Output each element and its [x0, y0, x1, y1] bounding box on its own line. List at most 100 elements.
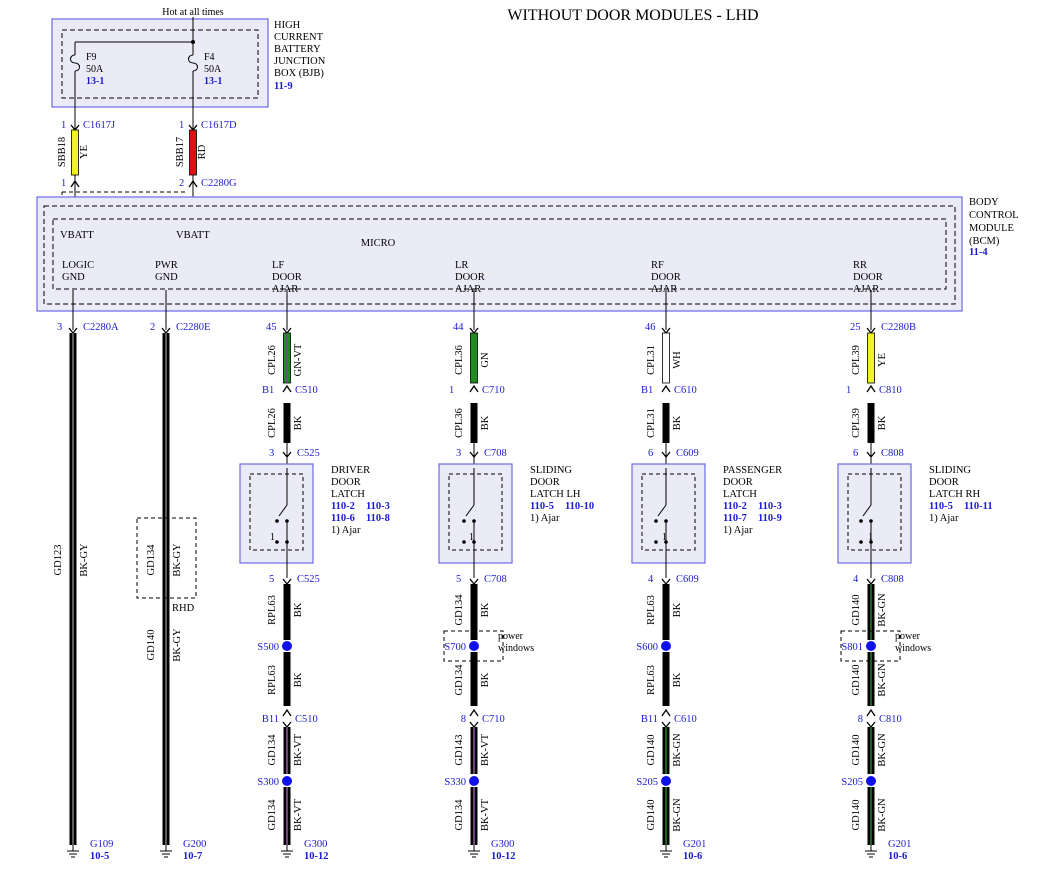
splice2-dot — [661, 776, 671, 786]
diagram-title: WITHOUT DOOR MODULES - LHD — [507, 7, 758, 24]
column-c1-pin: 1 — [449, 385, 454, 396]
splice2-dot — [866, 776, 876, 786]
column-c2-arrow-icon — [866, 721, 876, 729]
column-c2-pin: B11 — [262, 714, 279, 725]
feed-circuit: SBB17 — [175, 137, 186, 167]
splice2-id: S300 — [257, 777, 279, 788]
column-latch-pin-top: 6 — [853, 448, 858, 459]
column-wire-3-color: BK — [293, 602, 304, 617]
column-latch-pin-bottom: 5 — [269, 574, 274, 585]
column-latch-conn-bottom: C808 — [881, 574, 904, 585]
column-wire-4-circuit: RPL63 — [267, 665, 278, 695]
ground-symbol-icon — [865, 845, 877, 858]
switch-position-label: 1 — [469, 532, 474, 543]
column-c2-arrow-icon — [661, 721, 671, 729]
column-wire-4-color: BK — [480, 672, 491, 687]
latch-ajar-note: 1) Ajar — [331, 525, 361, 536]
splice-dot — [866, 641, 876, 651]
column-wire-2 — [867, 403, 875, 443]
column-wire-5-color: BK-VT — [480, 733, 491, 766]
column-wire-2-circuit: CPL26 — [267, 408, 278, 438]
ground-color: BK-GY — [79, 543, 90, 577]
column-wire-5-circuit: GD143 — [454, 735, 465, 766]
column-wire-2-circuit: CPL39 — [851, 408, 862, 438]
bcm-name-line3: MODULE — [969, 223, 1014, 234]
ground-ref: 10-5 — [90, 851, 109, 862]
column-wire-5-circuit: GD140 — [851, 735, 862, 766]
column-c1-pin: B1 — [641, 385, 653, 396]
ground-bcm-pin: 3 — [57, 322, 62, 333]
latch-name-line: DRIVER — [331, 465, 370, 476]
column-wire-2-color: BK — [877, 415, 888, 430]
column-latch-pin-top: 3 — [269, 448, 274, 459]
bcm-pin-label: PWR — [155, 260, 178, 271]
column-wire-1-circuit: CPL31 — [646, 345, 657, 375]
column-latch-conn-bottom: C609 — [676, 574, 699, 585]
column-wire-3-color: BK — [480, 602, 491, 617]
column-latch-conn-bottom: C525 — [297, 574, 320, 585]
fuse-f4-ref: 13-1 — [204, 76, 222, 87]
latch-ref: 110-5 — [929, 501, 953, 512]
column-c2-arrow-icon — [282, 721, 292, 729]
column-latch-conn: C808 — [881, 448, 904, 459]
column-wire-3-circuit: RPL63 — [267, 595, 278, 625]
column-wire-4-color: BK — [672, 672, 683, 687]
column-wire-1 — [662, 332, 670, 384]
column-wire-4 — [662, 652, 670, 706]
column-c1: C810 — [879, 385, 902, 396]
door-column-2: 44 CPL36 GN 1 C710 CPL36 BK 3 C708 1 SLIDINGDOORLA… — [438, 290, 594, 862]
bcm-pin-label: DOOR — [272, 272, 302, 283]
column-c1-arrow-icon — [282, 384, 292, 393]
column-wire-2-circuit: CPL31 — [646, 408, 657, 438]
feed-conn-bottom: C2280G — [201, 178, 237, 189]
diagram-svg: WITHOUT DOOR MODULES - LHD Hot at all ti… — [36, 7, 1019, 862]
switch-contact-1 — [275, 519, 279, 523]
splice-dot — [469, 641, 479, 651]
feed-pin-top: 1 — [179, 120, 184, 131]
ground-symbol-icon — [660, 845, 672, 858]
column-wire-1-circuit: CPL39 — [851, 345, 862, 375]
ground-bcm-conn: C2280A — [83, 322, 119, 333]
column-c2-arrow-icon — [469, 721, 479, 729]
switch-ref-dot — [859, 540, 863, 544]
latch-box — [438, 463, 513, 564]
latch-ajar-note: 1) Ajar — [723, 525, 753, 536]
latch-name-line: SLIDING — [929, 465, 971, 476]
fuse-f9-ref: 13-1 — [86, 76, 104, 87]
column-c1: C510 — [295, 385, 318, 396]
latch-ref: 110-8 — [366, 513, 390, 524]
column-c1-arrow-icon — [866, 384, 876, 393]
column-wire-6-circuit: GD140 — [851, 800, 862, 831]
bcm-pin-label: LR — [455, 260, 468, 271]
fuse-f9-id: F9 — [86, 52, 97, 63]
wiring-diagram: WITHOUT DOOR MODULES - LHD Hot at all ti… — [0, 0, 1051, 869]
column-wire-3-color: BK-GN — [877, 593, 888, 627]
column-latch-bottom-arrow-icon — [866, 578, 876, 586]
bcm-name-line1: BODY — [969, 197, 999, 208]
column-bcm-pin: 46 — [645, 322, 656, 333]
column-wire-5-circuit: GD140 — [646, 735, 657, 766]
feed-conn-top: C1617D — [201, 120, 237, 131]
switch-ref-dot — [654, 540, 658, 544]
column-wire-4 — [470, 652, 478, 706]
column-wire-6-circuit: GD140 — [646, 800, 657, 831]
column-c2: C810 — [879, 714, 902, 725]
door-ajar-circuits: 45CPL26 GN-VTB1 C510CPL26 BK3 C5251DRIVERDOO… — [239, 290, 993, 862]
bcm-pin-label: DOOR — [651, 272, 681, 283]
column-wire-4 — [283, 652, 291, 706]
feed-wire — [189, 129, 197, 176]
feed-connector-dashed — [61, 191, 186, 195]
fuse-f4-id: F4 — [204, 52, 215, 63]
column-latch-conn: C609 — [676, 448, 699, 459]
splice-dot — [661, 641, 671, 651]
latch-ref: 110-10 — [565, 501, 594, 512]
ground-ref: 10-7 — [183, 851, 202, 862]
feed-circuit: SBB18 — [57, 137, 68, 167]
feed-pin-top: 1 — [61, 120, 66, 131]
latch-ref: 110-11 — [964, 501, 993, 512]
bcm-pin-label: LOGIC — [62, 260, 94, 271]
latch-ref: 110-2 — [331, 501, 355, 512]
latch-ajar-note: 1) Ajar — [530, 513, 560, 524]
column-latch-conn-bottom: C708 — [484, 574, 507, 585]
latch-ref: 110-2 — [723, 501, 747, 512]
